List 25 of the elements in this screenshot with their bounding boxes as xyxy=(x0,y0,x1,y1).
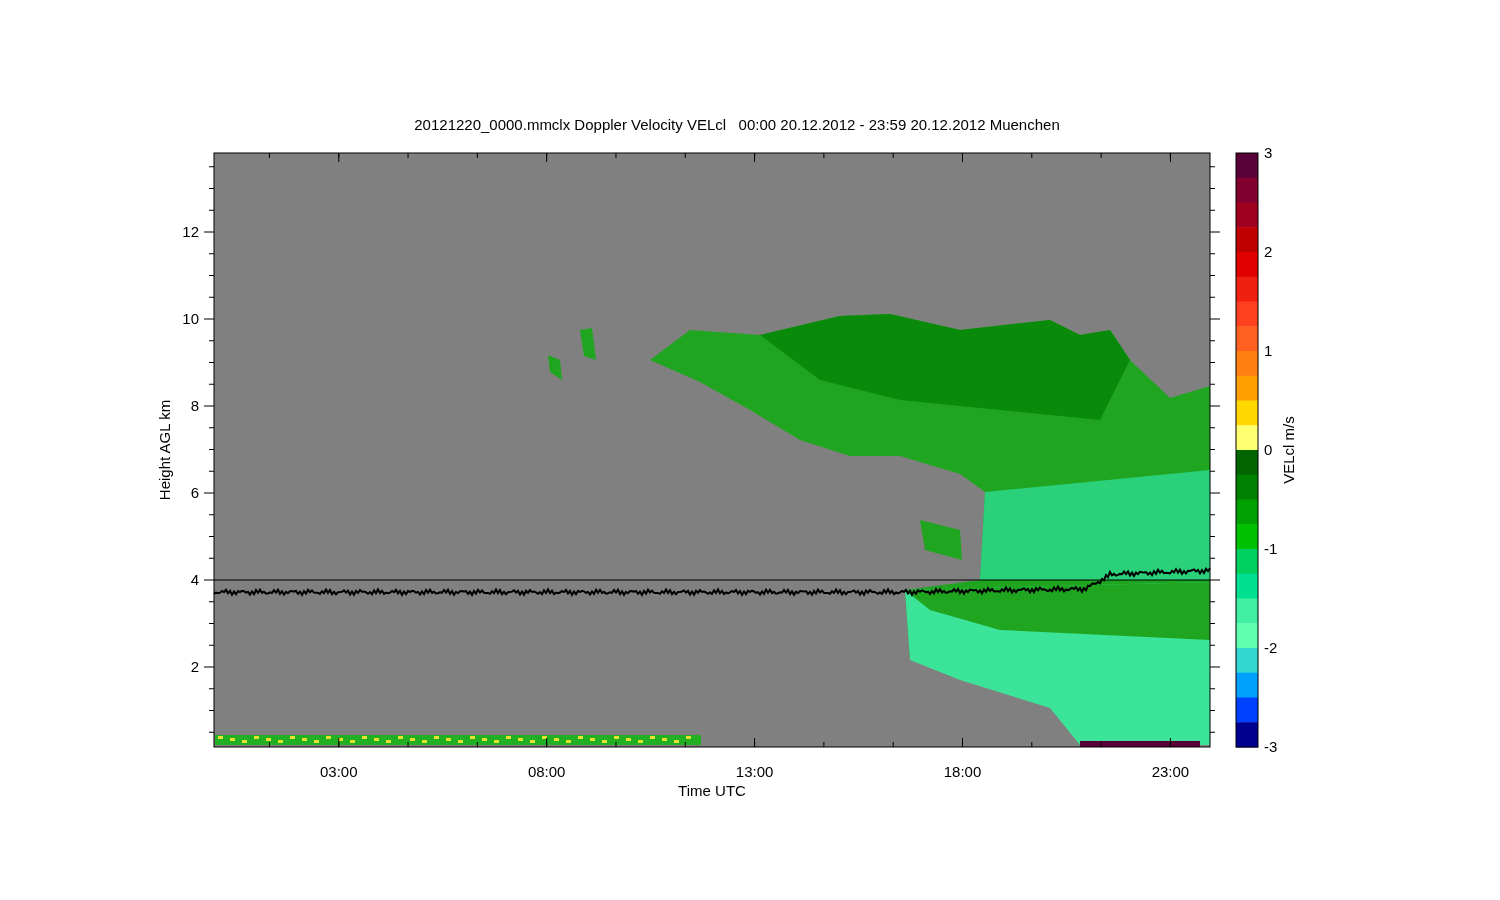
cloud-patch xyxy=(920,520,962,560)
axis-tick-label: 23:00 xyxy=(1151,763,1190,780)
axis-tick-label: 6 xyxy=(190,484,199,501)
colorbar-tick-label: -3 xyxy=(1264,738,1278,755)
axis-tick-label: 12 xyxy=(182,223,199,240)
axis-tick-label: 2 xyxy=(190,658,199,675)
axis-tick-label: 08:00 xyxy=(527,763,566,780)
cloud-patch xyxy=(548,355,562,380)
axis-tick-label: 13:00 xyxy=(735,763,774,780)
axis-tick-label: 8 xyxy=(190,397,199,414)
colorbar-tick-label: -1 xyxy=(1264,540,1278,557)
chart-title: 20121220_0000.mmclx Doppler Velocity VELcl 00:00 20.12.2012 - 23:59 20.12.2012 Muenchen xyxy=(414,116,1060,133)
colorbar-tick-label: 0 xyxy=(1264,441,1273,458)
axis-tick-label: 4 xyxy=(190,571,199,588)
axis-tick-label: 10 xyxy=(182,310,199,327)
colorbar-tick-label: 3 xyxy=(1264,144,1273,161)
colorbar-tick-label: -2 xyxy=(1264,639,1278,656)
colorbar-tick-label: 1 xyxy=(1264,342,1273,359)
axis-tick-label: 18:00 xyxy=(943,763,982,780)
colorbar-label: VELcl m/s xyxy=(1280,416,1297,484)
cloud-patch xyxy=(580,328,596,360)
axis-label: Height AGL km xyxy=(156,399,173,501)
axis-label: Time UTC xyxy=(678,782,746,799)
axis-tick-label: 03:00 xyxy=(320,763,358,780)
colorbar-tick-label: 2 xyxy=(1264,243,1273,260)
